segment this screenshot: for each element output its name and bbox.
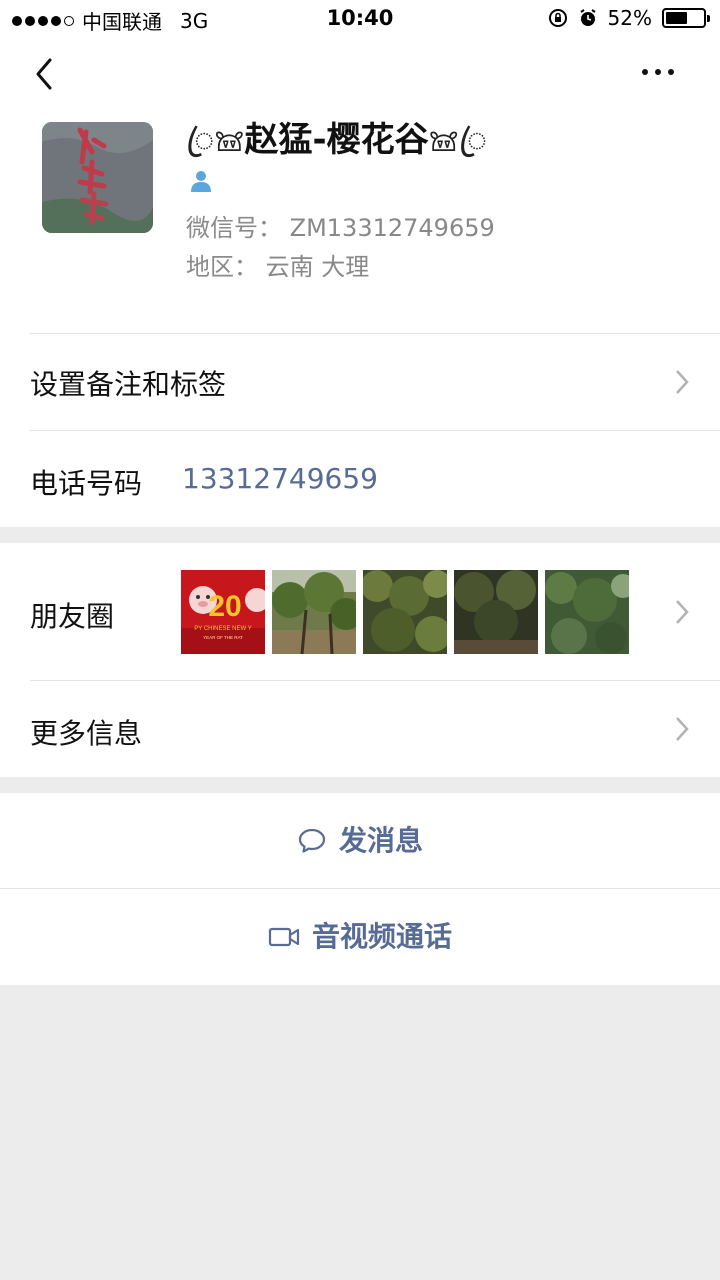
wechat-id-label: 微信号： (186, 214, 282, 242)
alarm-icon (579, 9, 596, 26)
banner-caption: YEAR OF THE RAT (203, 635, 243, 640)
moments-thumbnails: 20 PY CHINESE NEW Y YEAR OF THE RAT (181, 570, 629, 654)
video-call-button[interactable]: 音视频通话 (0, 888, 720, 985)
moments-thumbnail (363, 570, 447, 654)
nav-bar (0, 38, 720, 108)
chevron-right-icon (676, 370, 689, 394)
moments-thumbnail (454, 570, 538, 654)
video-call-label: 音视频通话 (311, 920, 452, 953)
video-camera-icon (268, 927, 300, 946)
region-line: 地区： 云南 大理 (186, 247, 369, 282)
rotation-lock-icon (548, 9, 567, 27)
battery-percent: 52% (607, 6, 652, 30)
moments-thumbnail: 20 PY CHINESE NEW Y YEAR OF THE RAT (181, 570, 265, 654)
status-right: 52% (548, 6, 710, 30)
nickname-decoration-left: ꦿ𖠌 (186, 120, 245, 160)
divider (30, 430, 720, 431)
divider (30, 333, 720, 334)
avatar-image (42, 122, 153, 233)
battery-icon (662, 8, 710, 28)
phone-label: 电话号码 (30, 467, 143, 500)
more-info-label: 更多信息 (30, 717, 143, 750)
chevron-right-icon (676, 600, 689, 624)
banner-number: 20 (208, 590, 241, 623)
more-options-button[interactable] (642, 60, 682, 84)
send-message-content: 发消息 (297, 793, 423, 888)
profile-header: ꦿ𖠌赵猛-樱花谷𖠌ꦿ 微信号： ZM13312749659 地区： 云南 大理 (0, 108, 720, 333)
chevron-right-icon (676, 717, 689, 741)
chat-bubble-icon (298, 828, 326, 853)
divider (0, 888, 720, 889)
phone-row: 电话号码 13312749659 (0, 430, 720, 527)
moments-thumbnail (545, 570, 629, 654)
moments-row[interactable]: 朋友圈 20 PY CHINESE NEW Y YEAR OF THE RAT (0, 543, 720, 680)
nickname-text: 赵猛-樱花谷 (244, 120, 429, 160)
remark-tags-label: 设置备注和标签 (30, 368, 227, 401)
moments-thumbnail (272, 570, 356, 654)
region-value: 云南 大理 (265, 253, 370, 281)
nickname: ꦿ𖠌赵猛-樱花谷𖠌ꦿ (186, 112, 487, 183)
more-info-row[interactable]: 更多信息 (0, 680, 720, 777)
video-call-content: 音视频通话 (268, 888, 452, 985)
wechat-id-line: 微信号： ZM13312749659 (186, 208, 495, 243)
wechat-id-value: ZM13312749659 (289, 214, 495, 242)
send-message-label: 发消息 (338, 824, 423, 857)
contact-person-icon (191, 171, 211, 192)
moments-label: 朋友圈 (30, 600, 115, 633)
region-label: 地区： (186, 253, 258, 281)
send-message-button[interactable]: 发消息 (0, 793, 720, 888)
banner-subtitle: PY CHINESE NEW Y (194, 626, 251, 632)
divider (30, 680, 720, 681)
remark-tags-row[interactable]: 设置备注和标签 (0, 333, 720, 430)
status-bar: 中国联通 3G 10:40 52% (0, 0, 720, 38)
phone-number-link[interactable]: 13312749659 (182, 462, 378, 495)
avatar[interactable] (42, 122, 153, 233)
nickname-decoration-right: 𖠌ꦿ (428, 120, 488, 160)
back-button[interactable] (30, 54, 60, 94)
